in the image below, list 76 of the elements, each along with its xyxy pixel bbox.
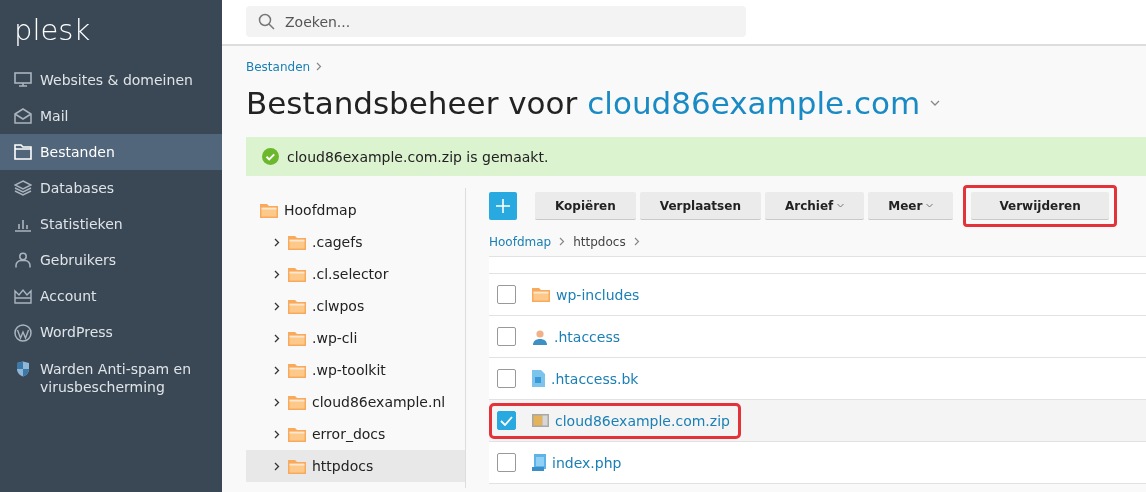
sidebar-item[interactable]: Websites & domeinen xyxy=(0,62,222,98)
chevron-icon[interactable] xyxy=(272,301,282,311)
tree-item[interactable]: error_docs xyxy=(246,418,465,450)
folder-icon xyxy=(288,298,306,314)
chevron-icon[interactable] xyxy=(272,461,282,471)
layers-icon xyxy=(14,180,32,196)
script-file-icon xyxy=(532,454,546,471)
chevron-icon[interactable] xyxy=(272,365,282,375)
toolbar-button[interactable]: Kopiëren xyxy=(535,192,636,220)
archive-icon xyxy=(532,413,549,428)
folder-icon xyxy=(288,362,306,378)
file-link[interactable]: wp-includes xyxy=(556,286,640,303)
folder-icon xyxy=(288,330,306,346)
search-field[interactable]: Zoeken... xyxy=(246,6,746,37)
chevron-icon[interactable] xyxy=(272,397,282,407)
tree-item[interactable]: cloud86example.nl xyxy=(246,386,465,418)
tree-item[interactable]: Hoofdmap xyxy=(246,194,465,226)
sidebar-item[interactable]: Bestanden xyxy=(0,134,222,170)
file-icon xyxy=(532,370,545,387)
folder-icon xyxy=(288,394,306,410)
checkbox[interactable] xyxy=(497,327,516,346)
check-circle-icon xyxy=(262,148,279,165)
folder-icon xyxy=(288,266,306,282)
path-link[interactable]: Hoofdmap xyxy=(489,235,552,249)
tree-item[interactable]: .cl.selector xyxy=(246,258,465,290)
checkbox[interactable] xyxy=(497,453,516,472)
file-link[interactable]: .htaccess.bk xyxy=(551,370,639,387)
folder-icon xyxy=(14,144,32,160)
folder-icon xyxy=(532,287,550,302)
chevron-icon[interactable] xyxy=(272,269,282,279)
tree-item[interactable]: httpdocs xyxy=(246,450,465,482)
tree-item[interactable]: .cagefs xyxy=(246,226,465,258)
folder-icon xyxy=(288,426,306,442)
file-link[interactable]: index.php xyxy=(552,454,622,471)
page-title: Bestandsbeheer voor cloud86example.com xyxy=(246,83,1146,123)
envelope-icon xyxy=(14,108,32,124)
toolbar-button[interactable]: Verwijderen xyxy=(971,192,1109,220)
w-circle-icon xyxy=(14,324,32,342)
chevron-icon[interactable] xyxy=(272,333,282,343)
person-icon xyxy=(532,328,548,345)
success-message: cloud86example.com.zip is gemaakt. xyxy=(246,137,1146,176)
folder-icon xyxy=(260,202,278,218)
dropdown-button[interactable]: Meer xyxy=(868,192,954,220)
folder-icon xyxy=(288,458,306,474)
toolbar-button[interactable]: Verplaatsen xyxy=(639,192,761,220)
checkbox[interactable] xyxy=(497,285,516,304)
sidebar-item[interactable]: Databases xyxy=(0,170,222,206)
dropdown-button[interactable]: Archief xyxy=(764,192,865,220)
checkbox[interactable] xyxy=(497,411,516,430)
chevron-icon[interactable] xyxy=(272,429,282,439)
caret-icon[interactable] xyxy=(930,100,941,106)
file-link[interactable]: .htaccess xyxy=(554,328,620,345)
file-link[interactable]: cloud86example.com.zip xyxy=(555,412,730,429)
tree-item[interactable]: .clwpos xyxy=(246,290,465,322)
tree-item[interactable]: .wp-cli xyxy=(246,322,465,354)
path-segment[interactable]: httpdocs xyxy=(573,235,626,249)
user-icon xyxy=(14,252,32,268)
breadcrumb-link[interactable]: Bestanden xyxy=(246,60,311,74)
logo[interactable]: plesk xyxy=(14,12,91,48)
sidebar-item[interactable]: Statistieken xyxy=(0,206,222,242)
search-icon xyxy=(258,13,275,30)
sidebar-item[interactable]: Warden Anti-spam en virusbescherming xyxy=(0,351,222,405)
folder-icon xyxy=(288,234,306,250)
tree-item[interactable]: .wp-toolkit xyxy=(246,354,465,386)
caret-icon xyxy=(926,203,934,208)
plus-icon xyxy=(496,199,510,213)
chevron-icon[interactable] xyxy=(272,237,282,247)
crown-icon xyxy=(14,288,32,304)
checkbox[interactable] xyxy=(497,369,516,388)
sidebar-item[interactable]: Mail xyxy=(0,98,222,134)
sidebar-item[interactable]: WordPress xyxy=(0,314,222,351)
shield-icon xyxy=(16,361,30,377)
sidebar-item[interactable]: Account xyxy=(0,278,222,314)
sidebar-item[interactable]: Gebruikers xyxy=(0,242,222,278)
caret-icon xyxy=(837,203,845,208)
monitor-icon xyxy=(14,72,32,88)
